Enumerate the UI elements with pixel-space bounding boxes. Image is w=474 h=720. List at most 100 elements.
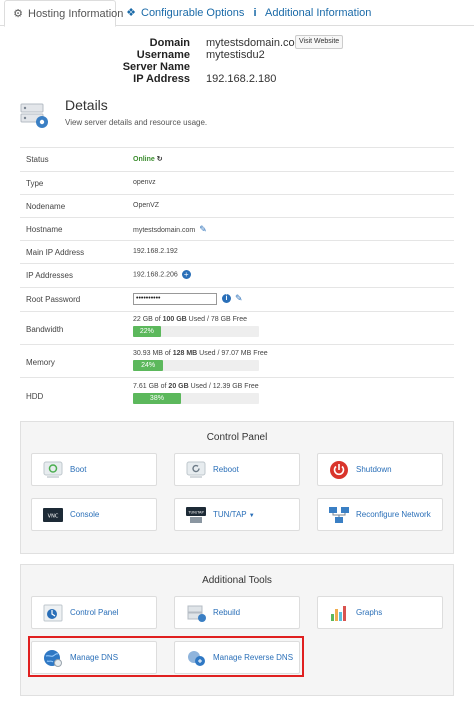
cubes-icon: ❖ [126, 7, 136, 19]
edit-hostname-icon[interactable]: ✎ [199, 224, 207, 234]
tuntap-label: TUN/TAP ▼ [213, 510, 255, 519]
ip-addresses-label: IP Addresses [26, 271, 73, 280]
control-panel-label: Control Panel [70, 608, 119, 617]
ip-address-label: IP Address [133, 73, 190, 85]
hdd-used: 7.61 GB [133, 383, 159, 390]
table-row: Memory 30.93 MB of 128 MB Used / 97.07 M… [20, 344, 454, 377]
bar-chart-icon [331, 606, 346, 621]
info-ip-row: IP Address 192.168.2.180 [0, 73, 474, 86]
control-panel-icon [43, 604, 63, 622]
details-title: Details [65, 97, 108, 113]
table-row: Type openvz [20, 171, 454, 194]
rebuild-label: Rebuild [213, 608, 241, 617]
bandwidth-label: Bandwidth [26, 325, 64, 334]
control-panel-section: Control Panel Boot Reboot Shutdown VNC C… [20, 421, 454, 554]
hdd-usage-text: 7.61 GB of 20 GB Used / 12.39 GB Free [133, 383, 259, 390]
status-badge: Online ↻ [133, 155, 163, 163]
reboot-button[interactable]: Reboot [174, 453, 300, 486]
hdd-of: of [158, 383, 169, 390]
memory-of: of [162, 350, 173, 357]
tab-label: Additional Information [265, 7, 372, 19]
hostname-label: Hostname [26, 225, 63, 234]
tuntap-icon: TUN/TAP [186, 507, 206, 523]
bandwidth-of: of [152, 316, 163, 323]
hdd-progress-fill: 38% [133, 393, 181, 404]
boot-label: Boot [70, 465, 87, 474]
control-panel-title: Control Panel [206, 432, 268, 443]
table-row: Hostname mytestsdomain.com ✎ [20, 217, 454, 240]
console-button[interactable]: VNC Console [31, 498, 157, 531]
add-ip-icon[interactable]: + [181, 270, 191, 279]
memory-progress-bar: 24% [133, 360, 259, 371]
memory-usage-text: 30.93 MB of 128 MB Used / 97.07 MB Free [133, 350, 268, 357]
hostname-value: mytestsdomain.com [133, 227, 196, 234]
tab-label: Hosting Information [28, 8, 124, 20]
table-row: Nodename OpenVZ [20, 194, 454, 217]
bandwidth-progress-fill: 22% [133, 326, 161, 337]
tab-hosting-information[interactable]: ⚙ Hosting Information [4, 0, 123, 27]
svg-text:TUN/TAP: TUN/TAP [187, 511, 204, 515]
hdd-label: HDD [26, 392, 44, 401]
tab-bar: ⚙ Hosting Information ❖ Configurable Optio… [0, 0, 474, 27]
network-icon [329, 507, 349, 523]
hdd-total: 20 GB [168, 383, 189, 390]
console-label: Console [70, 510, 100, 519]
password-info-icon[interactable]: i [222, 294, 231, 303]
bandwidth-progress-bar: 22% [133, 326, 259, 337]
tuntap-text: TUN/TAP [213, 510, 247, 519]
info-icon: i [253, 7, 257, 19]
table-row: Status Online ↻ [20, 147, 454, 171]
boot-icon [43, 461, 63, 478]
memory-used: 30.93 MB [133, 350, 163, 357]
bandwidth-rest: Used / 78 GB Free [186, 316, 248, 323]
nodename-value: OpenVZ [133, 202, 160, 209]
reconfigure-network-button[interactable]: Reconfigure Network [317, 498, 443, 531]
additional-tools-title: Additional Tools [202, 575, 272, 586]
svg-text:VNC: VNC [48, 514, 59, 520]
rebuild-icon [187, 605, 206, 622]
rebuild-button[interactable]: Rebuild [174, 596, 300, 629]
table-row: IP Addresses 192.168.2.206 + [20, 263, 454, 287]
main-ip-label: Main IP Address [26, 248, 85, 257]
table-row: Root Password •••••••••• i ✎ [20, 287, 454, 311]
nodename-label: Nodename [26, 202, 66, 211]
dns-highlight-box [28, 636, 304, 677]
status-label: Status [26, 155, 49, 164]
bandwidth-total: 100 GB [162, 316, 187, 323]
reboot-label: Reboot [213, 465, 239, 474]
shutdown-label: Shutdown [356, 465, 392, 474]
spinner-icon: ↻ [156, 156, 163, 163]
root-password-field[interactable]: •••••••••• [133, 293, 217, 305]
graphs-button[interactable]: Graphs [317, 596, 443, 629]
edit-password-icon[interactable]: ✎ [235, 293, 243, 304]
hdd-rest: Used / 12.39 GB Free [188, 383, 259, 390]
hdd-progress-bar: 38% [133, 393, 259, 404]
control-panel-button[interactable]: Control Panel [31, 596, 157, 629]
boot-button[interactable]: Boot [31, 453, 157, 486]
ip-addresses-value: 192.168.2.206 [133, 271, 178, 279]
memory-label: Memory [26, 358, 55, 367]
table-row: HDD 7.61 GB of 20 GB Used / 12.39 GB Fre… [20, 377, 454, 413]
details-subtitle: View server details and resource usage. [65, 118, 208, 127]
table-row: Main IP Address 192.168.2.192 [20, 240, 454, 263]
caret-down-icon: ▼ [248, 513, 255, 519]
memory-total: 128 MB [172, 350, 198, 357]
reboot-icon [186, 461, 206, 478]
graphs-label: Graphs [356, 608, 383, 617]
memory-rest: Used / 97.07 MB Free [197, 350, 268, 357]
tuntap-dropdown-button[interactable]: TUN/TAP TUN/TAP ▼ [174, 498, 300, 531]
hostname-cell: mytestsdomain.com ✎ [133, 224, 207, 235]
shutdown-button[interactable]: Shutdown [317, 453, 443, 486]
ip-address-value: 192.168.2.180 [206, 73, 277, 85]
gear-icon: ⚙ [13, 8, 23, 20]
tab-configurable-options[interactable]: ❖ Configurable Options [125, 0, 245, 26]
type-label: Type [26, 179, 44, 188]
tab-additional-information[interactable]: i Additional Information [249, 0, 372, 26]
bandwidth-used: 22 GB [133, 316, 153, 323]
tab-label: Configurable Options [141, 7, 245, 19]
visit-website-button[interactable]: Visit Website [295, 35, 344, 49]
type-value: openvz [133, 179, 156, 186]
memory-progress-fill: 24% [133, 360, 164, 371]
reconfigure-network-label: Reconfigure Network [356, 510, 431, 519]
power-icon [330, 461, 348, 479]
